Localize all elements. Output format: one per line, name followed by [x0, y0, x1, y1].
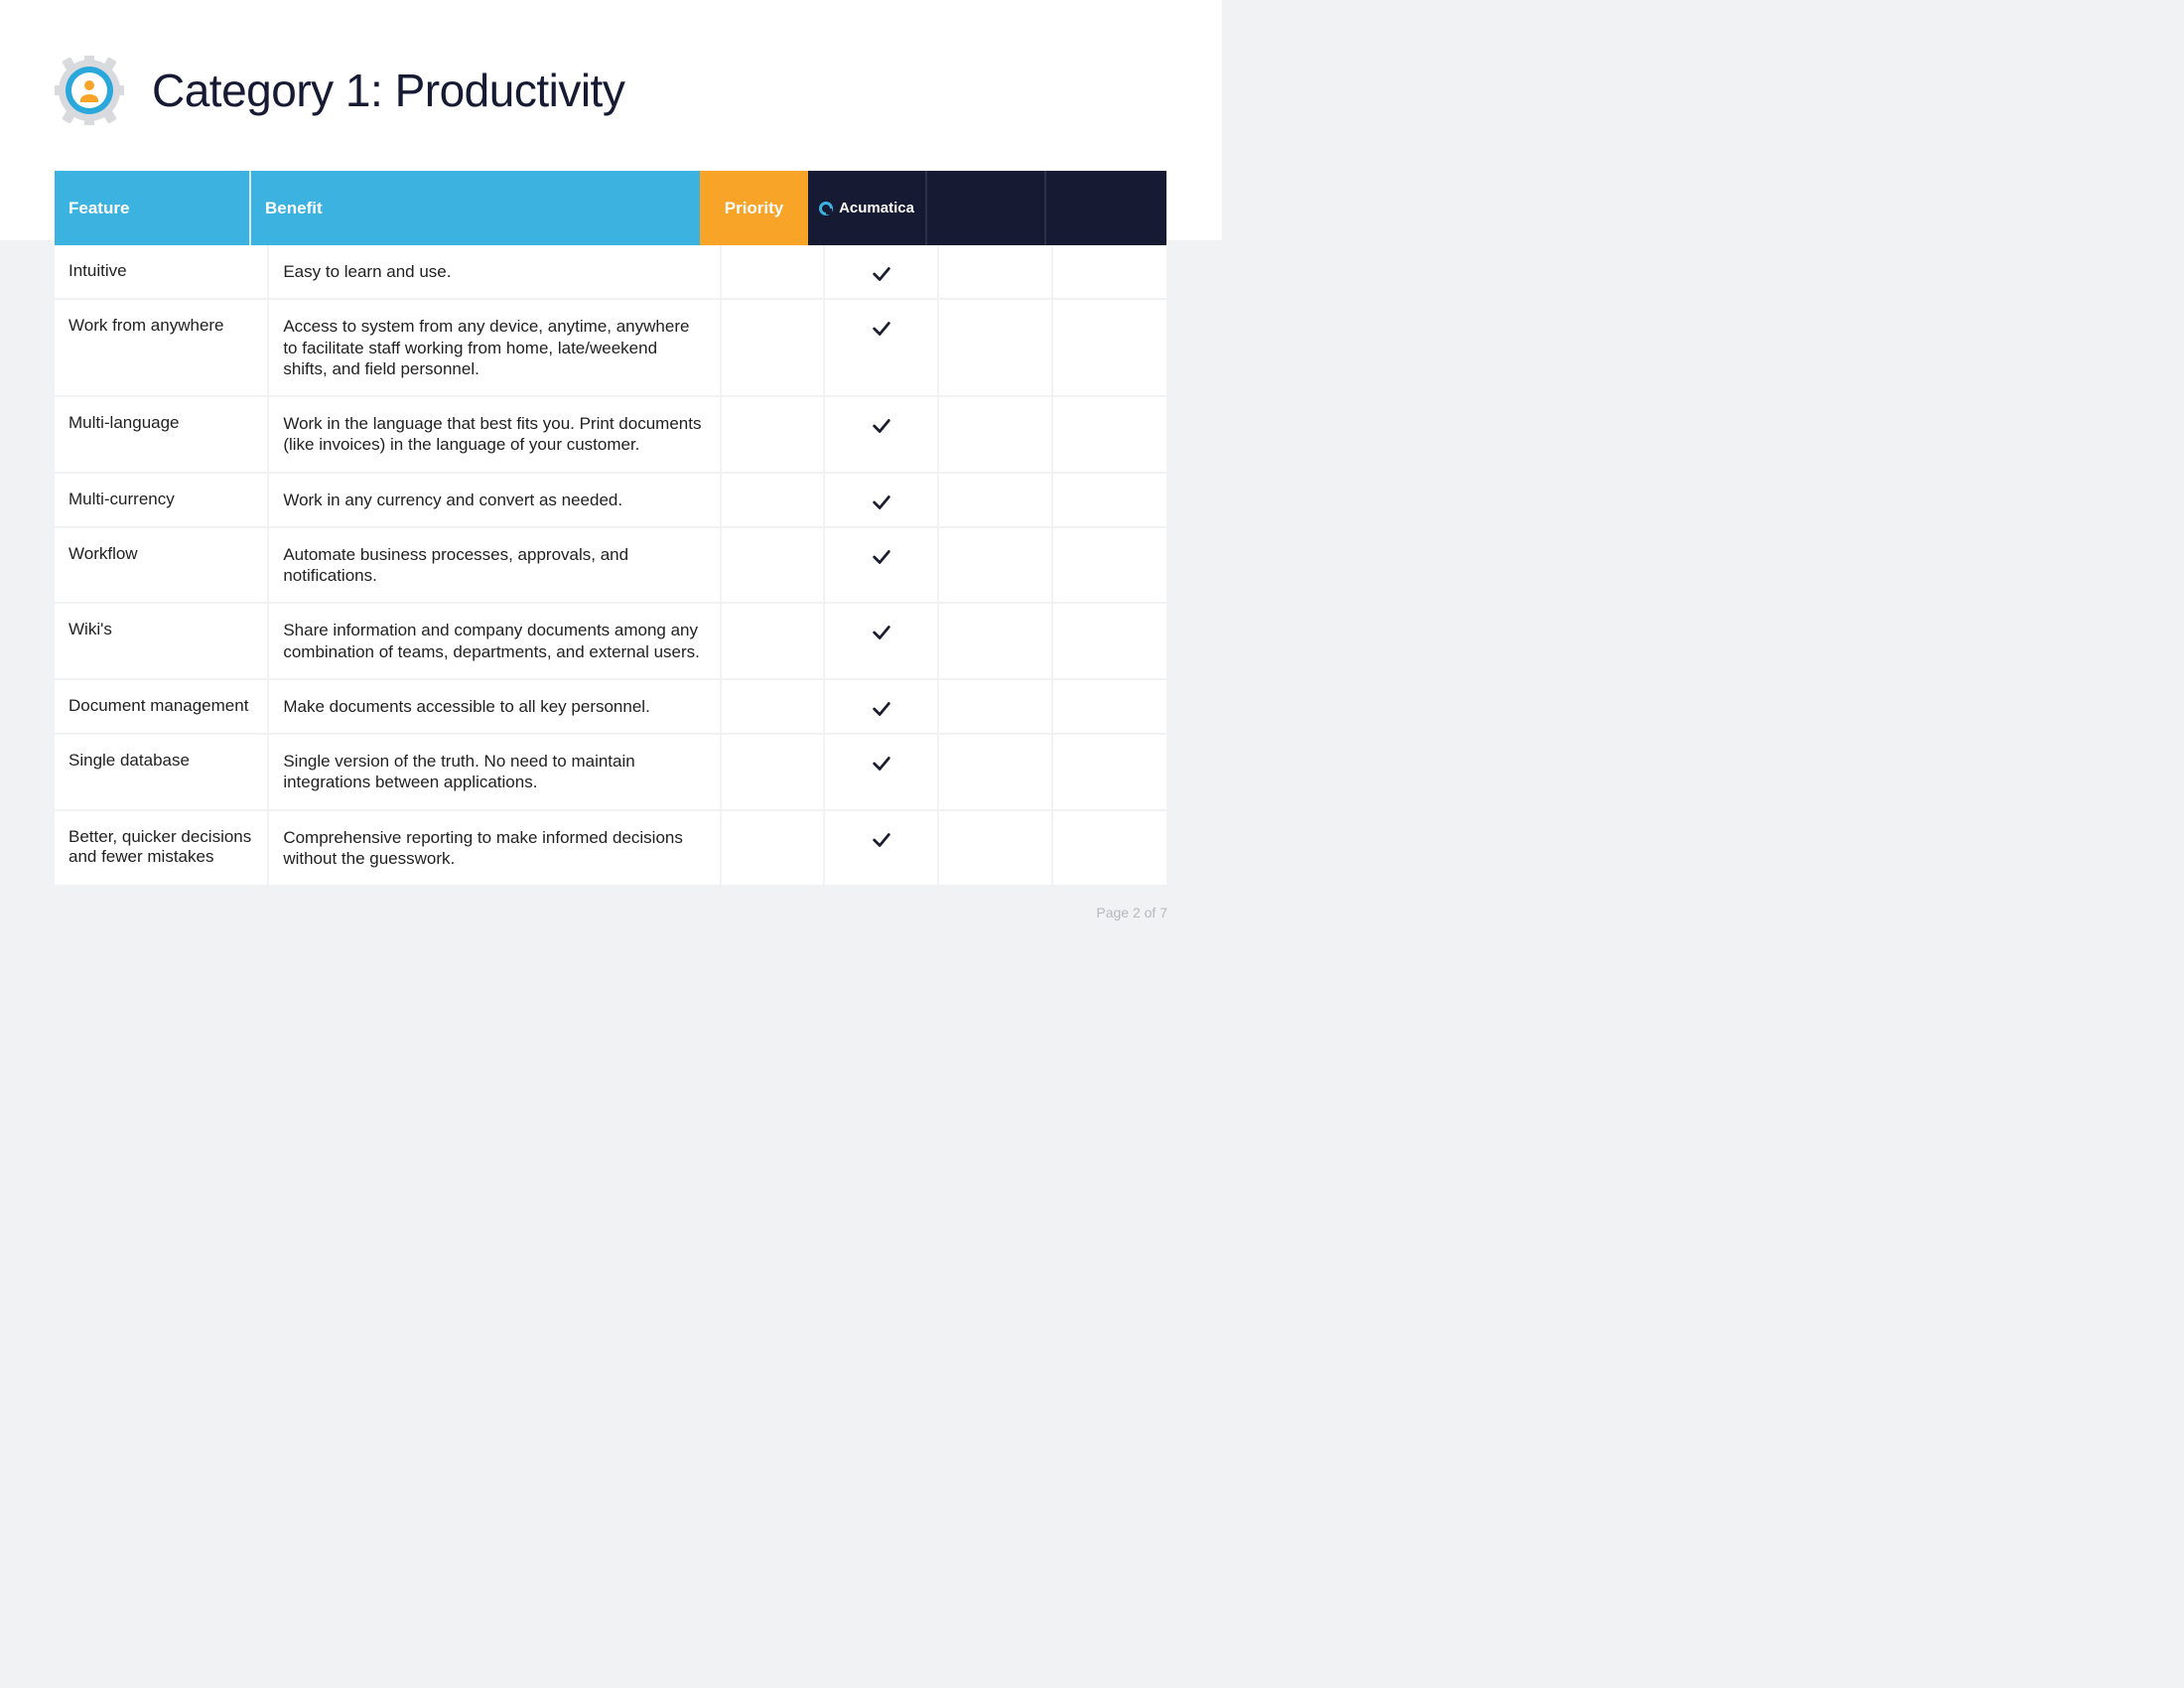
- benefit-cell: Work in the language that best fits you.…: [269, 397, 721, 472]
- col-header-benefit: Benefit: [251, 171, 700, 245]
- acumatica-cell: [825, 528, 939, 603]
- acumatica-cell: [825, 680, 939, 733]
- acumatica-cell: [825, 735, 939, 809]
- check-icon: [871, 546, 892, 573]
- check-icon: [871, 698, 892, 725]
- col-header-priority: Priority: [700, 171, 808, 245]
- blank-cell: [1053, 397, 1166, 472]
- benefit-cell: Automate business processes, approvals, …: [269, 528, 721, 603]
- acumatica-ring-icon: [819, 202, 833, 215]
- blank-cell: [939, 528, 1053, 603]
- table-row: Document managementMake documents access…: [55, 680, 1166, 735]
- blank-cell: [1053, 528, 1166, 603]
- acumatica-cell: [825, 300, 939, 395]
- feature-cell: Workflow: [55, 528, 269, 603]
- acumatica-cell: [825, 811, 939, 886]
- priority-cell: [722, 245, 826, 298]
- benefit-cell: Share information and company documents …: [269, 604, 721, 678]
- feature-cell: Multi-language: [55, 397, 269, 472]
- feature-cell: Intuitive: [55, 245, 269, 298]
- blank-cell: [1053, 245, 1166, 298]
- priority-cell: [722, 735, 826, 809]
- table-row: IntuitiveEasy to learn and use.: [55, 245, 1166, 300]
- priority-cell: [722, 604, 826, 678]
- page-header: Category 1: Productivity: [55, 56, 1167, 125]
- benefit-cell: Easy to learn and use.: [269, 245, 721, 298]
- priority-cell: [722, 397, 826, 472]
- blank-cell: [939, 397, 1053, 472]
- check-icon: [871, 492, 892, 518]
- blank-cell: [939, 474, 1053, 526]
- blank-cell: [1053, 474, 1166, 526]
- priority-cell: [722, 811, 826, 886]
- table-row: WorkflowAutomate business processes, app…: [55, 528, 1166, 605]
- feature-cell: Single database: [55, 735, 269, 809]
- check-icon: [871, 263, 892, 290]
- check-icon: [871, 829, 892, 856]
- blank-cell: [939, 735, 1053, 809]
- blank-cell: [1053, 811, 1166, 886]
- blank-cell: [1053, 300, 1166, 395]
- category-icon: [55, 56, 124, 125]
- priority-cell: [722, 474, 826, 526]
- feature-table: Feature Benefit Priority Acumatica Intui…: [55, 171, 1166, 885]
- acumatica-logo: Acumatica: [819, 200, 914, 216]
- benefit-cell: Single version of the truth. No need to …: [269, 735, 721, 809]
- feature-cell: Better, quicker decisions and fewer mist…: [55, 811, 269, 886]
- table-row: Multi-currencyWork in any currency and c…: [55, 474, 1166, 528]
- table-row: Wiki'sShare information and company docu…: [55, 604, 1166, 680]
- acumatica-cell: [825, 474, 939, 526]
- check-icon: [871, 318, 892, 345]
- acumatica-cell: [825, 245, 939, 298]
- acumatica-cell: [825, 397, 939, 472]
- table-header-row: Feature Benefit Priority Acumatica: [55, 171, 1166, 245]
- page-number: Page 2 of 7: [1096, 905, 1167, 920]
- blank-cell: [1053, 604, 1166, 678]
- col-header-feature: Feature: [55, 171, 251, 245]
- feature-cell: Wiki's: [55, 604, 269, 678]
- check-icon: [871, 622, 892, 648]
- blank-cell: [939, 604, 1053, 678]
- blank-cell: [1053, 680, 1166, 733]
- feature-cell: Work from anywhere: [55, 300, 269, 395]
- benefit-cell: Access to system from any device, anytim…: [269, 300, 721, 395]
- feature-cell: Multi-currency: [55, 474, 269, 526]
- benefit-cell: Comprehensive reporting to make informed…: [269, 811, 721, 886]
- priority-cell: [722, 680, 826, 733]
- check-icon: [871, 753, 892, 779]
- priority-cell: [722, 300, 826, 395]
- blank-cell: [1053, 735, 1166, 809]
- benefit-cell: Work in any currency and convert as need…: [269, 474, 721, 526]
- vendor-name: Acumatica: [839, 200, 914, 216]
- blank-cell: [939, 811, 1053, 886]
- blank-cell: [939, 300, 1053, 395]
- page-title: Category 1: Productivity: [152, 64, 624, 117]
- col-header-blank-2: [1046, 171, 1166, 245]
- acumatica-cell: [825, 604, 939, 678]
- table-row: Multi-languageWork in the language that …: [55, 397, 1166, 474]
- table-row: Work from anywhereAccess to system from …: [55, 300, 1166, 397]
- table-row: Single databaseSingle version of the tru…: [55, 735, 1166, 811]
- blank-cell: [939, 245, 1053, 298]
- col-header-vendor: Acumatica: [808, 171, 927, 245]
- blank-cell: [939, 680, 1053, 733]
- benefit-cell: Make documents accessible to all key per…: [269, 680, 721, 733]
- check-icon: [871, 415, 892, 442]
- table-row: Better, quicker decisions and fewer mist…: [55, 811, 1166, 886]
- col-header-blank-1: [927, 171, 1046, 245]
- feature-cell: Document management: [55, 680, 269, 733]
- priority-cell: [722, 528, 826, 603]
